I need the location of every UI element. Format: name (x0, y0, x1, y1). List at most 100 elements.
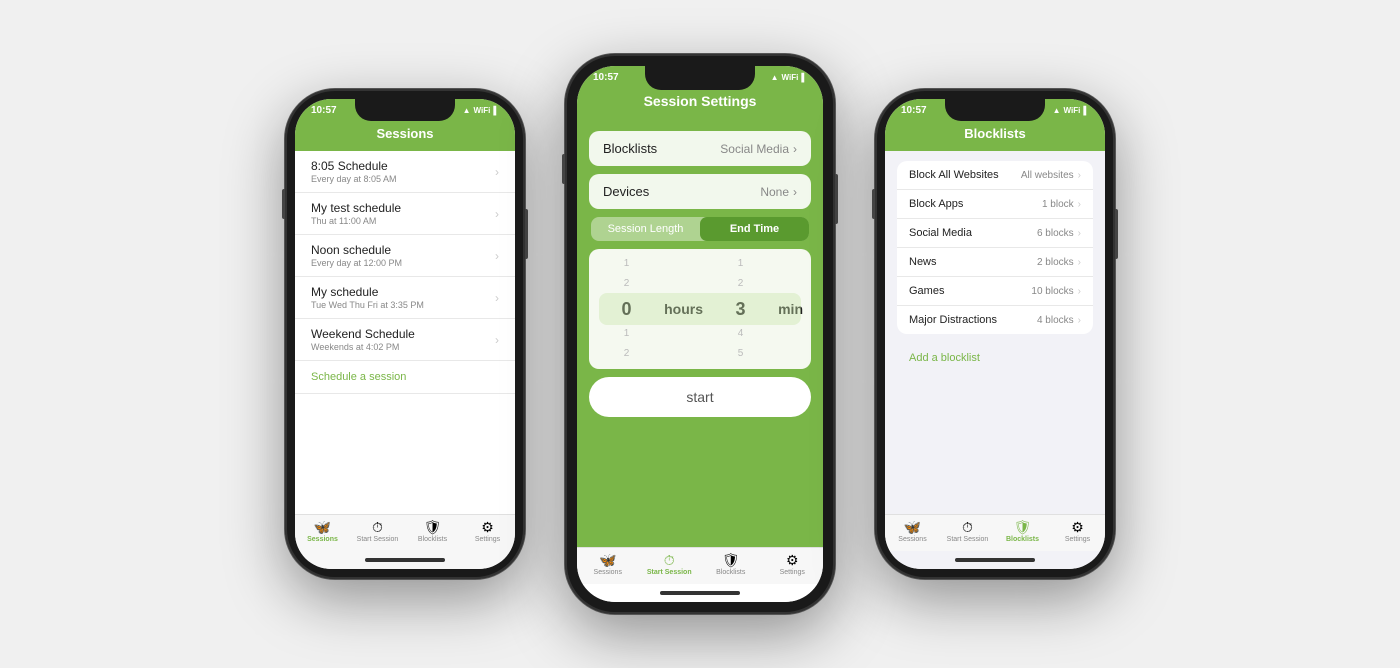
signal-icon-2: ▲ (771, 73, 779, 82)
tab-settings-1[interactable]: ⚙ Settings (460, 520, 515, 543)
session-title-3: My schedule (311, 285, 495, 299)
tab-sessions-icon-2: 🦋 (599, 553, 616, 567)
blocklist-name-5: Major Distractions (909, 314, 1037, 326)
segment-control: Session Length End Time (591, 217, 809, 241)
tab-settings-2[interactable]: ⚙ Settings (762, 553, 824, 576)
time-picker[interactable]: 1 2 0 1 2 3 hours (589, 249, 811, 369)
session-item-3[interactable]: My schedule Tue Wed Thu Fri at 3:35 PM › (295, 277, 515, 319)
tab-bar-1: 🦋 Sessions ⏱ Start Session 🛡 Blocklists … (295, 514, 515, 551)
schedule-link-text: Schedule a session (311, 371, 406, 383)
blocklist-name-1: Block Apps (909, 198, 1042, 210)
notch-1 (355, 99, 455, 121)
blocklists-label: Blocklists (603, 141, 657, 156)
tab-sessions-1[interactable]: 🦋 Sessions (295, 520, 350, 543)
blocklists-title: Blocklists (964, 126, 1025, 141)
status-icons-1: ▲ WiFi ▌ (463, 106, 499, 115)
sessions-header: Sessions (295, 118, 515, 151)
tab-sessions-label-3: Sessions (898, 536, 926, 543)
devices-value-container: None › (760, 185, 797, 199)
blocklist-chevron-1: › (1078, 199, 1081, 210)
start-button-label: start (686, 389, 713, 405)
session-subtitle-2: Every day at 12:00 PM (311, 258, 495, 268)
devices-value: None (760, 185, 789, 199)
sessions-list: 8:05 Schedule Every day at 8:05 AM › My … (295, 151, 515, 514)
blocklist-item-5[interactable]: Major Distractions 4 blocks › (897, 306, 1093, 334)
tab-blocklists-3[interactable]: 🛡 Blocklists (995, 520, 1050, 543)
add-blocklist-label: Add a blocklist (909, 352, 980, 364)
blocklist-chevron-2: › (1078, 228, 1081, 239)
devices-row[interactable]: Devices None › (589, 174, 811, 209)
segment-end-time[interactable]: End Time (700, 217, 809, 241)
tab-sessions-icon-3: 🦋 (904, 520, 921, 534)
tab-startsession-icon-1: ⏱ (372, 520, 383, 534)
picker-hours-col: 1 2 0 1 2 3 (593, 249, 660, 369)
session-item-0[interactable]: 8:05 Schedule Every day at 8:05 AM › (295, 151, 515, 193)
tab-settings-icon-3: ⚙ (1071, 520, 1084, 534)
wifi-icon-3: WiFi (1064, 106, 1081, 115)
blocklists-screen-layout: 10:57 ▲ WiFi ▌ Blocklists Block All Webs (885, 99, 1105, 569)
status-time-1: 10:57 (311, 105, 337, 116)
tab-startsession-3[interactable]: ⏱ Start Session (940, 520, 995, 543)
blocklists-value-container: Social Media › (720, 142, 797, 156)
session-subtitle-1: Thu at 11:00 AM (311, 216, 495, 226)
session-text-4: Weekend Schedule Weekends at 4:02 PM (311, 327, 495, 352)
tab-settings-label-1: Settings (475, 536, 500, 543)
tab-startsession-label-2: Start Session (647, 569, 692, 576)
blocklist-value-4: 10 blocks (1031, 286, 1073, 297)
blocklist-item-1[interactable]: Block Apps 1 block › (897, 190, 1093, 219)
blocklist-item-4[interactable]: Games 10 blocks › (897, 277, 1093, 306)
tab-startsession-label-3: Start Session (947, 536, 989, 543)
blocklist-chevron-4: › (1078, 286, 1081, 297)
devices-label: Devices (603, 184, 649, 199)
chevron-1: › (495, 207, 499, 221)
blocklists-header: Blocklists (885, 118, 1105, 151)
session-title-2: Noon schedule (311, 243, 495, 257)
add-blocklist-button[interactable]: Add a blocklist (885, 344, 1105, 372)
tab-settings-3[interactable]: ⚙ Settings (1050, 520, 1105, 543)
blocklist-item-3[interactable]: News 2 blocks › (897, 248, 1093, 277)
session-item-2[interactable]: Noon schedule Every day at 12:00 PM › (295, 235, 515, 277)
blocklist-value-1: 1 block (1042, 199, 1074, 210)
blocklist-name-4: Games (909, 285, 1031, 297)
tab-blocklists-icon-3: 🛡 (1014, 520, 1032, 534)
picker-m-3: 2 (738, 275, 744, 293)
tab-sessions-3[interactable]: 🦋 Sessions (885, 520, 940, 543)
tab-blocklists-1[interactable]: 🛡 Blocklists (405, 520, 460, 543)
session-item-1[interactable]: My test schedule Thu at 11:00 AM › (295, 193, 515, 235)
status-time-3: 10:57 (901, 105, 927, 116)
blocklist-chevron-3: › (1078, 257, 1081, 268)
tab-blocklists-2[interactable]: 🛡 Blocklists (700, 553, 762, 576)
session-subtitle-4: Weekends at 4:02 PM (311, 342, 495, 352)
signal-icon-1: ▲ (463, 106, 471, 115)
start-button[interactable]: start (589, 377, 811, 417)
tab-sessions-2[interactable]: 🦋 Sessions (577, 553, 639, 576)
tab-settings-label-2: Settings (780, 569, 805, 576)
chevron-4: › (495, 333, 499, 347)
segment-session-length[interactable]: Session Length (591, 217, 700, 241)
blocklist-section: Block All Websites All websites › Block … (897, 161, 1093, 334)
tab-blocklists-icon-2: 🛡 (722, 553, 740, 567)
tab-settings-icon-2: ⚙ (786, 553, 799, 567)
blocklists-row[interactable]: Blocklists Social Media › (589, 131, 811, 166)
picker-min-label: min (778, 301, 803, 317)
session-subtitle-3: Tue Wed Thu Fri at 3:35 PM (311, 300, 495, 310)
sessions-screen-layout: 10:57 ▲ WiFi ▌ Sessions 8:05 Schedule (295, 99, 515, 569)
picker-h-5: 1 (624, 325, 630, 343)
segment-end-label: End Time (730, 223, 779, 235)
tab-bar-3: 🦋 Sessions ⏱ Start Session 🛡 Blocklists … (885, 514, 1105, 551)
blocklist-value-5: 4 blocks (1037, 315, 1074, 326)
tab-blocklists-label-3: Blocklists (1006, 536, 1039, 543)
session-settings-content: Blocklists Social Media › Devices None › (577, 119, 823, 547)
notch-2 (645, 66, 755, 90)
tab-startsession-2[interactable]: ⏱ Start Session (639, 553, 701, 576)
tab-startsession-1[interactable]: ⏱ Start Session (350, 520, 405, 543)
blocklist-value-3: 2 blocks (1037, 257, 1074, 268)
picker-m-selected: 3 (736, 295, 746, 323)
session-item-4[interactable]: Weekend Schedule Weekends at 4:02 PM › (295, 319, 515, 361)
blocklist-item-0[interactable]: Block All Websites All websites › (897, 161, 1093, 190)
blocklist-chevron-5: › (1078, 315, 1081, 326)
devices-chevron: › (793, 185, 797, 199)
blocklist-item-2[interactable]: Social Media 6 blocks › (897, 219, 1093, 248)
schedule-link[interactable]: Schedule a session (295, 361, 515, 394)
phones-container: 10:57 ▲ WiFi ▌ Sessions 8:05 Schedule (265, 34, 1135, 634)
